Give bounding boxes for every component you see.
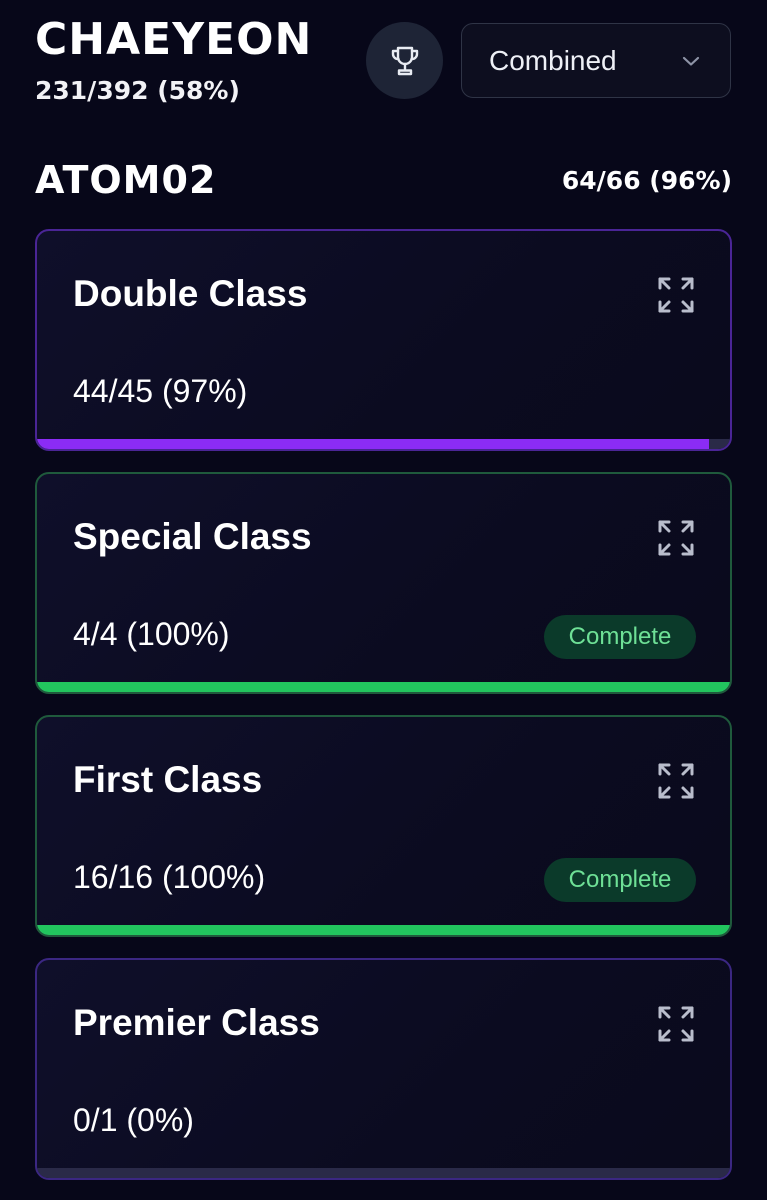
progress-bar: [37, 925, 730, 935]
view-mode-value: Combined: [489, 44, 617, 76]
expand-icon: [658, 520, 694, 556]
expand-button[interactable]: [656, 518, 696, 558]
status-badge: Complete: [544, 615, 696, 659]
class-title: Double Class: [73, 273, 308, 314]
section-header: ATOM02 64/66 (96%): [35, 158, 732, 202]
class-progress: 4/4 (100%): [73, 616, 230, 652]
section-title: ATOM02: [35, 158, 217, 202]
class-progress: 44/45 (97%): [73, 373, 248, 409]
member-progress: 231/392 (58%): [35, 76, 240, 105]
status-badge: Complete: [544, 858, 696, 902]
class-card[interactable]: Premier Class 0/1 (0%): [35, 958, 732, 1180]
class-progress: 16/16 (100%): [73, 859, 266, 895]
expand-button[interactable]: [656, 761, 696, 801]
progress-bar-fill: [37, 439, 710, 449]
progress-bar-fill: [37, 925, 730, 935]
trophy-icon: [391, 46, 418, 75]
class-title: Special Class: [73, 516, 312, 557]
progress-bar: [37, 439, 730, 449]
class-title: Premier Class: [73, 1002, 320, 1043]
trophy-button[interactable]: [366, 22, 443, 99]
progress-bar: [37, 682, 730, 692]
expand-icon: [658, 1006, 694, 1042]
progress-bar: [37, 1168, 730, 1178]
progress-bar-fill: [37, 682, 730, 692]
view-mode-select[interactable]: Combined: [461, 23, 731, 98]
section-progress: 64/66 (96%): [561, 165, 732, 195]
class-card[interactable]: Double Class 44/45 (97%): [35, 229, 732, 451]
member-name: CHAEYEON: [35, 14, 313, 65]
member-header: CHAEYEON 231/392 (58%): [35, 14, 312, 105]
class-card[interactable]: First Class 16/16 (100%) Complete: [35, 715, 732, 937]
class-progress: 0/1 (0%): [73, 1102, 194, 1138]
class-card[interactable]: Special Class 4/4 (100%) Complete: [35, 472, 732, 694]
chevron-down-icon: [682, 56, 700, 66]
expand-button[interactable]: [656, 1004, 696, 1044]
expand-icon: [658, 763, 694, 799]
expand-button[interactable]: [656, 275, 696, 315]
class-title: First Class: [73, 759, 263, 800]
expand-icon: [658, 277, 694, 313]
